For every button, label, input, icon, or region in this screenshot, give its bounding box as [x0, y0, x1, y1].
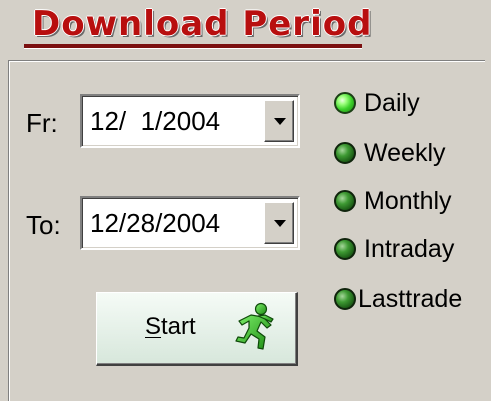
to-date-dropdown-button[interactable]	[264, 202, 294, 244]
from-date-dropdown-button[interactable]	[264, 100, 294, 142]
start-button[interactable]: Start	[96, 292, 298, 366]
to-date-picker[interactable]: 12/28/2004	[80, 196, 300, 250]
runner-icon	[235, 302, 274, 350]
led-off-icon	[334, 142, 356, 164]
period-label: Daily	[364, 88, 420, 117]
from-label: Fr:	[26, 108, 58, 138]
period-option-monthly[interactable]: Monthly	[334, 184, 452, 218]
from-date-value: 12/ 1/2004	[90, 106, 221, 136]
start-button-label: Start	[145, 313, 196, 341]
period-label: Intraday	[364, 234, 455, 263]
chevron-down-icon	[274, 118, 286, 125]
title-text: Download Period	[32, 4, 373, 44]
period-option-intraday[interactable]: Intraday	[334, 232, 454, 266]
to-label: To:	[26, 210, 61, 240]
from-date-picker[interactable]: 12/ 1/2004	[80, 94, 300, 148]
led-off-icon	[334, 288, 356, 310]
to-date-value: 12/28/2004	[90, 208, 221, 238]
led-on-icon	[334, 92, 356, 114]
period-option-weekly[interactable]: Weekly	[334, 136, 446, 170]
led-off-icon	[334, 238, 356, 260]
period-label: Monthly	[364, 186, 452, 215]
start-label-rest: tart	[161, 313, 196, 340]
section-title: Download Period	[24, 4, 371, 50]
start-mnemonic: S	[145, 313, 162, 340]
title-underline	[24, 44, 362, 48]
chevron-down-icon	[274, 220, 286, 227]
period-label: Lasttrade	[358, 284, 463, 313]
period-option-lasttrade[interactable]: Lasttrade	[334, 282, 462, 316]
period-option-daily[interactable]: Daily	[334, 86, 420, 120]
period-label: Weekly	[364, 138, 446, 167]
led-off-icon	[334, 190, 356, 212]
